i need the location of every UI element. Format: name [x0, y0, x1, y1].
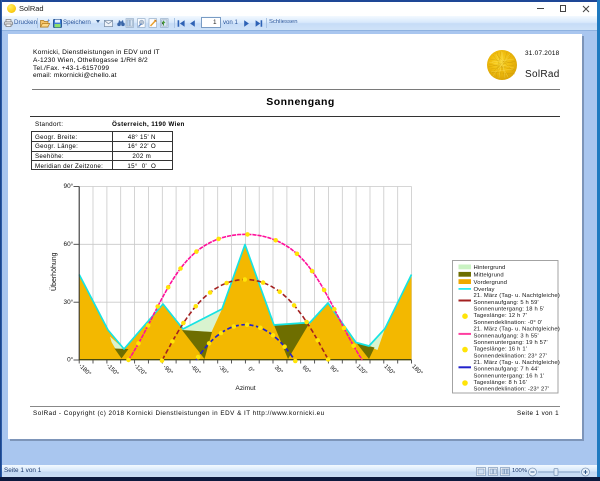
svg-text:0°: 0°: [246, 366, 255, 375]
svg-text:90°: 90°: [328, 365, 339, 376]
svg-text:-90°: -90°: [161, 364, 173, 376]
svg-text:Hintergrund: Hintergrund: [474, 265, 506, 271]
svg-text:30°: 30°: [64, 298, 74, 306]
svg-text:Sonnendeklination: -23° 27': Sonnendeklination: -23° 27': [474, 387, 550, 393]
svg-text:Sonnenuntergang: 18 h 5': Sonnenuntergang: 18 h 5': [474, 307, 545, 313]
svg-text:Tageslänge: 12 h 7': Tageslänge: 12 h 7': [474, 313, 528, 319]
svg-text:-60°: -60°: [189, 364, 201, 376]
svg-text:60°: 60°: [64, 240, 74, 248]
svg-text:60°: 60°: [301, 365, 312, 376]
svg-text:90°: 90°: [64, 182, 74, 190]
svg-text:Sonnenaufgang: 3 h 55': Sonnenaufgang: 3 h 55': [474, 333, 539, 339]
svg-text:Sonnendeklination: 23° 27': Sonnendeklination: 23° 27': [474, 353, 548, 359]
svg-text:Vordergrund: Vordergrund: [474, 280, 508, 286]
svg-text:Tageslänge: 8 h 16': Tageslänge: 8 h 16': [474, 380, 528, 386]
svg-text:-30°: -30°: [217, 364, 229, 376]
svg-text:Sonnenuntergang: 19 h 57': Sonnenuntergang: 19 h 57': [474, 340, 548, 346]
svg-text:Azimut: Azimut: [235, 385, 255, 392]
svg-text:Überhöhung: Überhöhung: [50, 252, 58, 291]
svg-text:Sonnenuntergang: 16 h 1': Sonnenuntergang: 16 h 1': [474, 373, 545, 379]
svg-text:-180°: -180°: [77, 363, 92, 378]
svg-text:Tageslänge: 16 h 1': Tageslänge: 16 h 1': [474, 347, 528, 353]
svg-text:21. März (Tag- u. Nachtgleiche: 21. März (Tag- u. Nachtgleiche): [474, 327, 560, 333]
svg-text:Mittelgrund: Mittelgrund: [474, 273, 504, 279]
svg-text:150°: 150°: [382, 364, 395, 377]
svg-text:21. März (Tag- u. Nachtgleiche: 21. März (Tag- u. Nachtgleiche): [474, 293, 560, 299]
svg-text:Sonnenaufgang: 7 h 44': Sonnenaufgang: 7 h 44': [474, 367, 539, 373]
svg-text:-150°: -150°: [105, 363, 120, 378]
svg-text:30°: 30°: [273, 365, 284, 376]
svg-text:21. März (Tag- u. Nachtgleiche: 21. März (Tag- u. Nachtgleiche): [474, 360, 560, 366]
svg-text:0°: 0°: [67, 356, 74, 364]
svg-text:Sonnenaufgang: 5 h 59': Sonnenaufgang: 5 h 59': [474, 300, 539, 306]
svg-text:180°: 180°: [410, 364, 423, 377]
svg-text:120°: 120°: [355, 364, 368, 377]
svg-text:-120°: -120°: [133, 363, 148, 378]
svg-text:Sonnendeklination: -0° 0': Sonnendeklination: -0° 0': [474, 320, 543, 326]
